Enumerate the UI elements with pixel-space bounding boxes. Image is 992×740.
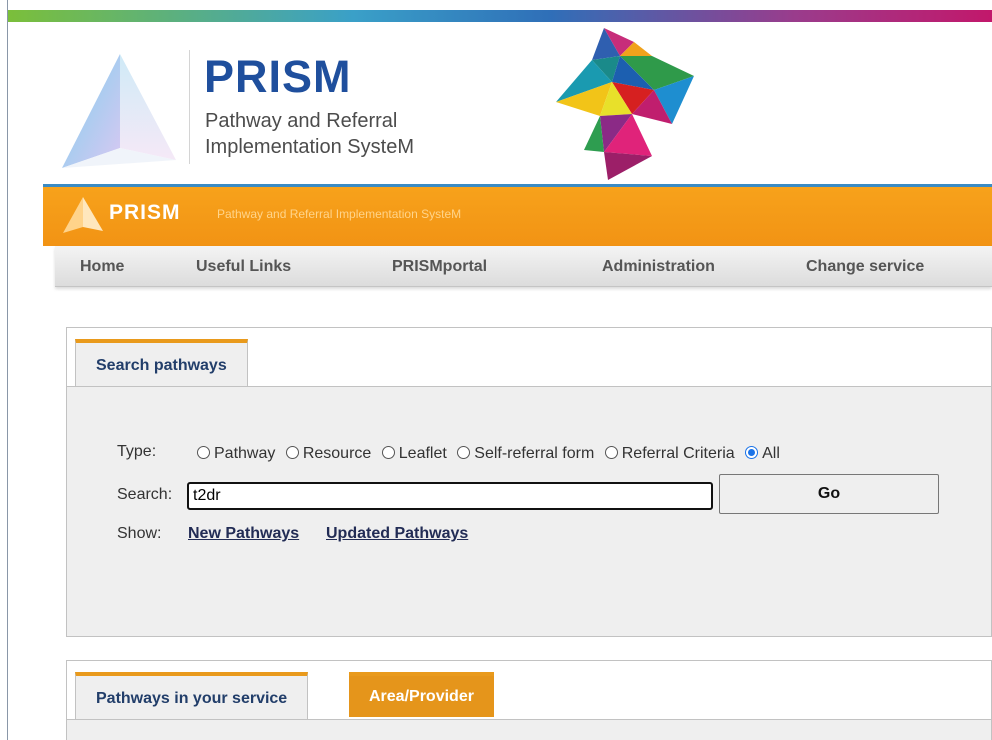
radio-all[interactable]: All	[745, 445, 780, 463]
tab-area-provider[interactable]: Area/Provider	[349, 672, 494, 717]
nav-change-service[interactable]: Change service	[806, 258, 924, 276]
star-logo	[556, 28, 694, 180]
main-nav: Home Useful Links PRISMportal Administra…	[55, 246, 992, 287]
prism-pyramid-logo	[62, 54, 176, 168]
go-button[interactable]: Go	[719, 474, 939, 514]
brand-subtitle-line2: Implementation SysteM	[205, 136, 414, 158]
banner-title: PRISM	[109, 201, 181, 224]
tab-pathways-in-your-service[interactable]: Pathways in your service	[75, 672, 309, 719]
radio-leaflet[interactable]: Leaflet	[381, 445, 447, 463]
type-radio-group: Pathway Resource Leaflet Self-referral f…	[197, 445, 786, 463]
radio-resource[interactable]: Resource	[285, 445, 372, 463]
radio-label: All	[762, 445, 780, 462]
pathways-panel: Pathways in your service Area/Provider	[66, 660, 992, 740]
radio-label: Resource	[302, 445, 372, 462]
banner-subtitle: Pathway and Referral Implementation Syst…	[217, 207, 462, 221]
nav-useful-links[interactable]: Useful Links	[196, 258, 291, 276]
search-tabstrip: Search pathways	[67, 328, 991, 387]
new-pathways-link[interactable]: New Pathways	[188, 525, 299, 543]
brand-subtitle: Pathway and Referral Implementation Syst…	[205, 108, 414, 160]
radio-label: Referral Criteria	[621, 445, 735, 462]
search-label: Search:	[117, 486, 173, 503]
radio-circle[interactable]	[285, 446, 299, 459]
pathways-tabstrip: Pathways in your service Area/Provider	[67, 661, 991, 720]
page-top	[8, 0, 992, 10]
radio-circle-selected[interactable]	[745, 446, 759, 459]
brand-subtitle-line1: Pathway and Referral	[205, 110, 398, 132]
banner: PRISM Pathway and Referral Implementatio…	[43, 184, 992, 246]
nav-home[interactable]: Home	[80, 258, 124, 276]
brand-title: PRISM	[204, 51, 352, 102]
banner-pyramid-icon	[63, 197, 103, 233]
type-label: Type:	[117, 443, 157, 460]
radio-pathway[interactable]: Pathway	[197, 445, 275, 463]
radio-circle[interactable]	[381, 446, 395, 459]
radio-circle[interactable]	[457, 446, 471, 459]
search-input[interactable]	[187, 482, 713, 510]
nav-administration[interactable]: Administration	[602, 258, 715, 276]
rainbow-strip	[8, 10, 992, 22]
radio-circle[interactable]	[197, 446, 210, 459]
radio-self-referral-form[interactable]: Self-referral form	[457, 445, 594, 463]
header: PRISM Pathway and Referral Implementatio…	[8, 22, 992, 184]
logo-divider	[189, 50, 190, 164]
radio-circle[interactable]	[604, 446, 618, 459]
show-label: Show:	[117, 525, 162, 542]
radio-referral-criteria[interactable]: Referral Criteria	[604, 445, 735, 463]
nav-prismportal[interactable]: PRISMportal	[392, 258, 487, 276]
radio-label: Self-referral form	[474, 445, 595, 462]
tab-search-pathways[interactable]: Search pathways	[75, 339, 248, 386]
radio-label: Leaflet	[398, 445, 447, 462]
radio-label: Pathway	[214, 445, 276, 462]
updated-pathways-link[interactable]: Updated Pathways	[326, 525, 468, 543]
search-panel: Search pathways Type: Pathway Resource L…	[66, 327, 992, 637]
